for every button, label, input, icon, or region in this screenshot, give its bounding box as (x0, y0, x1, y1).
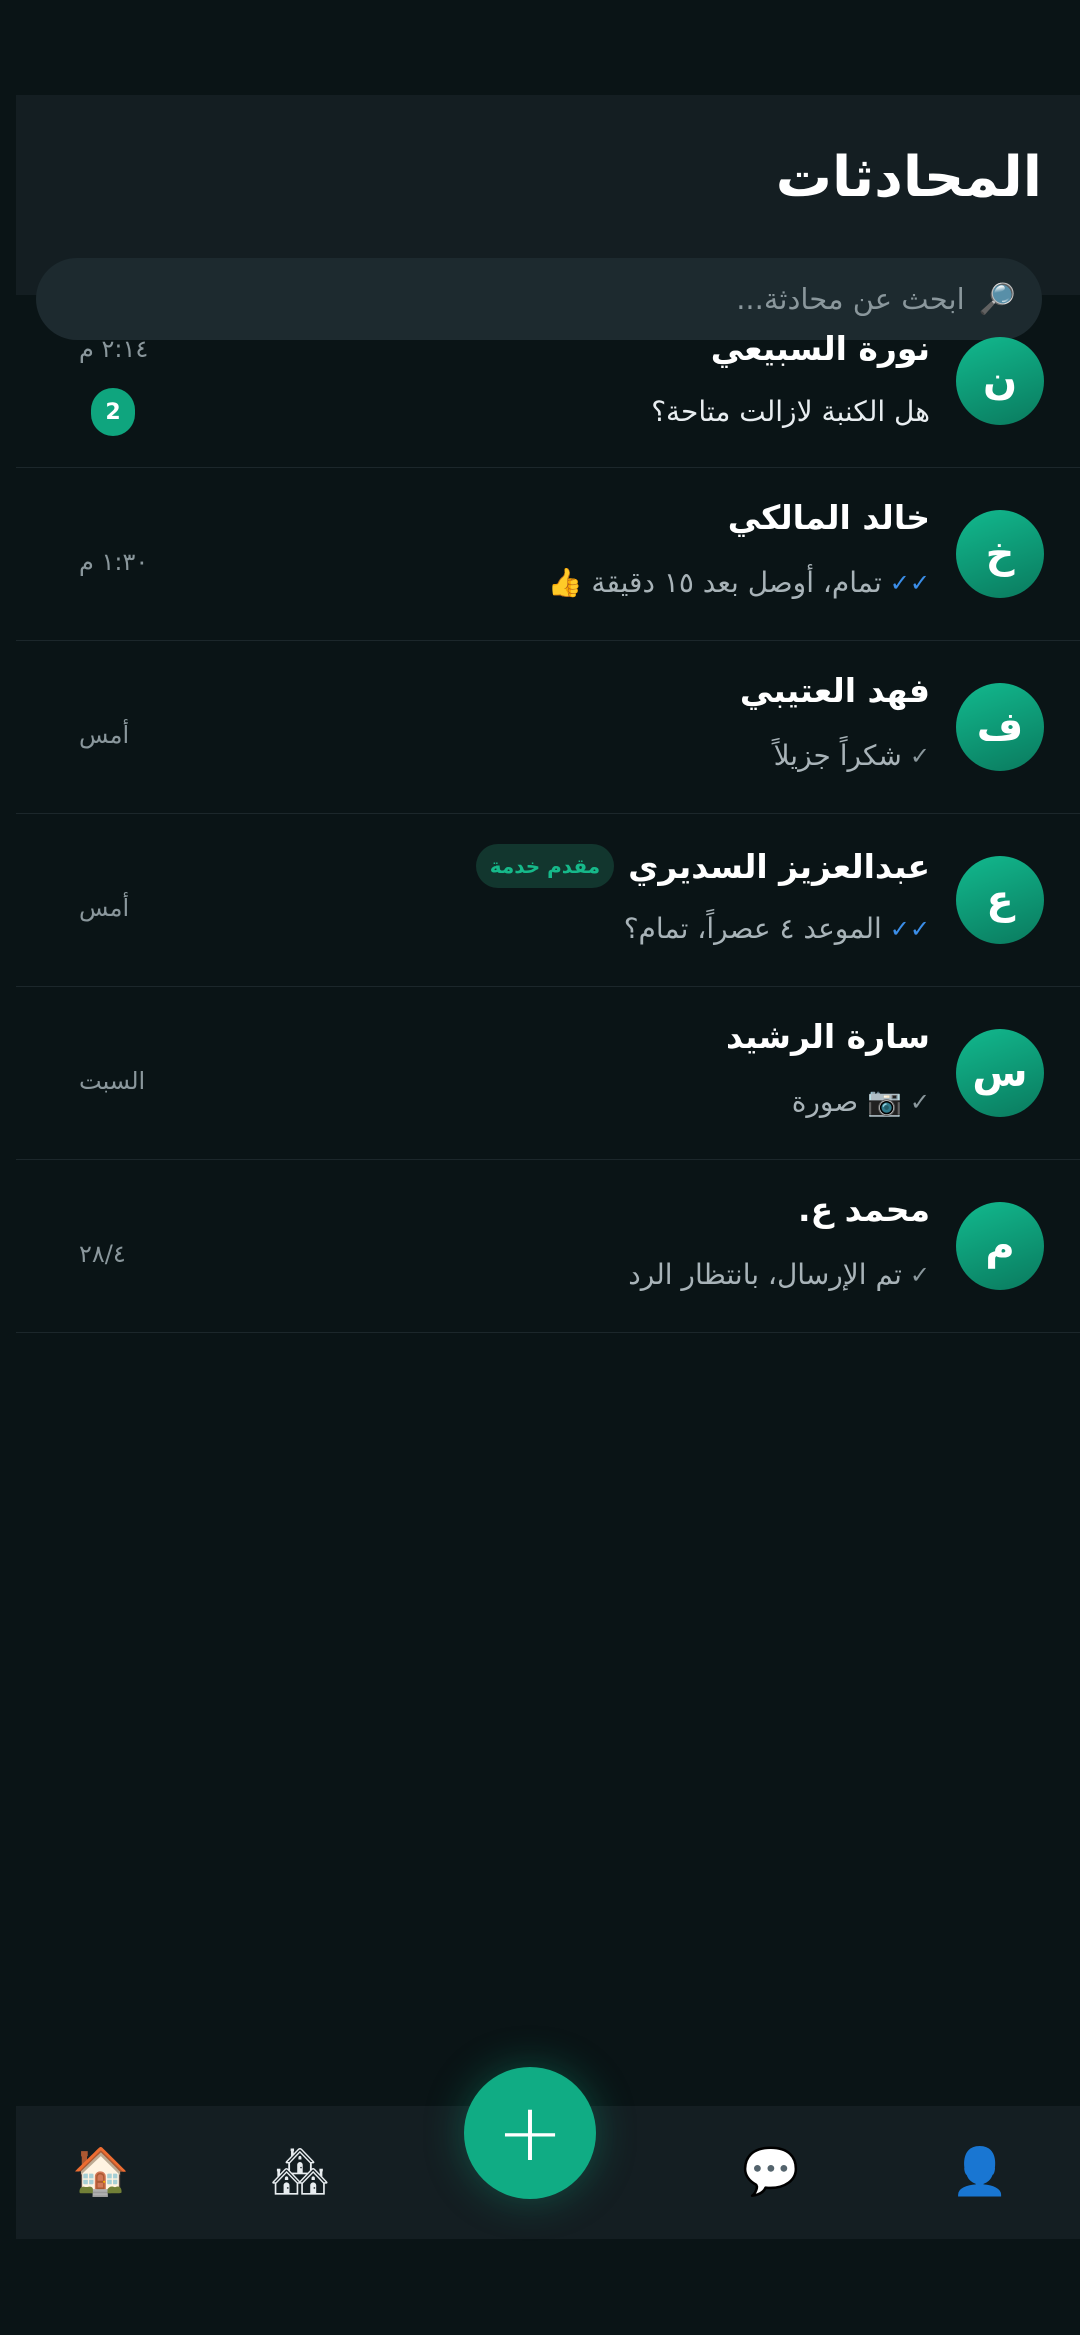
contact-name: نورة السبيعي (710, 329, 930, 368)
avatar: ف (956, 683, 1044, 771)
sent-receipt-icon: ✓ (909, 1260, 930, 1289)
message-preview: هل الكنبة لازالت متاحة؟ (651, 395, 930, 428)
timestamp: ٢:١٤ م (79, 335, 149, 363)
read-receipt-icon: ✓✓ (889, 568, 930, 597)
page-title: المحادثات (775, 145, 1042, 210)
message-preview: ✓✓ تمام، أوصل بعد ١٥ دقيقة 👍 (548, 566, 930, 599)
message-preview: ✓ 📷 صورة (792, 1085, 930, 1118)
timestamp: أمس (79, 894, 130, 922)
read-receipt-icon: ✓✓ (889, 914, 930, 943)
marketplace-icon[interactable]: 🏘 (270, 2144, 330, 2199)
name-line: عبدالعزيز السديري مقدم خدمة (475, 844, 930, 888)
name-line: سارة الرشيد (726, 1017, 930, 1056)
chat-icon[interactable]: 💬 (741, 2144, 801, 2199)
contact-name: فهد العتيبي (739, 671, 930, 710)
name-line: محمد ع. (798, 1190, 930, 1229)
avatar: خ (956, 510, 1044, 598)
add-button[interactable]: + (464, 2067, 596, 2199)
unread-badge: 2 (91, 388, 135, 436)
preview-text: شكراً جزيلاً (773, 739, 902, 772)
profile-icon[interactable]: 👤 (950, 2144, 1010, 2199)
sent-receipt-icon: ✓ (909, 741, 930, 770)
name-line: خالد المالكي (728, 498, 930, 537)
conversation-row[interactable]: ع عبدالعزيز السديري مقدم خدمة ✓✓ الموعد … (16, 814, 1080, 987)
conversation-row[interactable]: ن نورة السبيعي هل الكنبة لازالت متاحة؟ ٢… (16, 295, 1080, 468)
name-line: فهد العتيبي (740, 671, 930, 710)
avatar: ع (956, 856, 1044, 944)
home-icon[interactable]: 🏠 (71, 2144, 131, 2199)
preview-text: تم الإرسال، بانتظار الرد (628, 1258, 902, 1291)
avatar: ن (956, 337, 1044, 425)
avatar: م (956, 1202, 1044, 1290)
contact-name: سارة الرشيد (725, 1017, 930, 1056)
message-preview: ✓✓ الموعد ٤ عصراً، تمام؟ (624, 912, 930, 945)
contact-name: عبدالعزيز السديري (628, 846, 930, 886)
preview-text: تمام، أوصل بعد ١٥ دقيقة 👍 (547, 566, 882, 599)
contact-name: خالد المالكي (727, 498, 930, 537)
avatar: س (956, 1029, 1044, 1117)
conversation-row[interactable]: س سارة الرشيد ✓ 📷 صورة السبت (16, 987, 1080, 1160)
message-preview: ✓ تم الإرسال، بانتظار الرد (628, 1258, 930, 1291)
conversation-list: ن نورة السبيعي هل الكنبة لازالت متاحة؟ ٢… (16, 295, 1080, 1333)
conversation-row[interactable]: م محمد ع. ✓ تم الإرسال، بانتظار الرد ٢٨/… (16, 1160, 1080, 1333)
conversation-row[interactable]: خ خالد المالكي ✓✓ تمام، أوصل بعد ١٥ دقيق… (16, 468, 1080, 641)
timestamp: ١:٣٠ م (79, 548, 149, 576)
conversation-row[interactable]: ف فهد العتيبي ✓ شكراً جزيلاً أمس (16, 641, 1080, 814)
timestamp: السبت (79, 1067, 146, 1095)
message-preview: ✓ شكراً جزيلاً (774, 739, 930, 772)
sent-receipt-icon: ✓ (909, 1087, 930, 1116)
provider-badge: مقدم خدمة (475, 844, 615, 888)
contact-name: محمد ع. (798, 1190, 930, 1229)
timestamp: ٢٨/٤ (79, 1240, 126, 1268)
app-root: المحادثات 🔎 ن نورة السبيعي هل الكنبة لاز… (16, 0, 1080, 2335)
preview-text: هل الكنبة لازالت متاحة؟ (651, 395, 930, 428)
timestamp: أمس (79, 721, 130, 749)
preview-text: 📷 صورة (791, 1085, 902, 1118)
preview-text: الموعد ٤ عصراً، تمام؟ (623, 912, 882, 945)
name-line: نورة السبيعي (711, 329, 930, 368)
